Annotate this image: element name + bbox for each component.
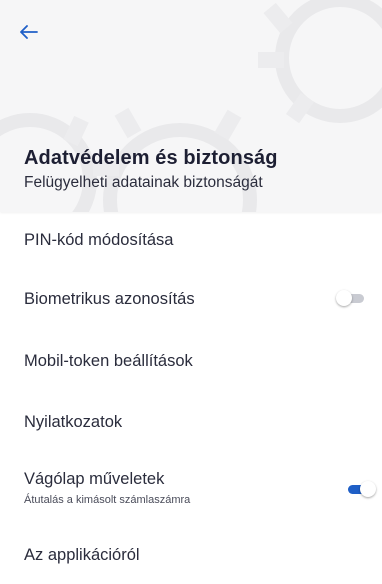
page-header: Adatvédelem és biztonság Felügyelheti ad… [0,0,382,212]
menu-item-label: Nyilatkozatok [24,413,123,431]
back-button[interactable] [20,18,56,46]
clipboard-toggle[interactable] [346,480,378,498]
biometric-toggle[interactable] [336,289,368,307]
menu-item-sublabel: Átutalás a kimásolt számlaszámra [24,494,191,506]
toggle-thumb [360,481,376,497]
toggle-thumb [336,290,352,306]
menu-item-label: Biometrikus azonosítás [24,290,195,308]
page-title: Adatvédelem és biztonság [24,147,278,169]
menu-item-biometric[interactable]: Biometrikus azonosítás [0,272,382,328]
page-subtitle: Felügyelheti adatainak biztonságát [24,174,263,191]
menu-item-clipboard[interactable]: Vágólap műveletek Átutalás a kimásolt sz… [0,460,382,522]
menu-item-label: Mobil-token beállítások [24,352,193,370]
menu-item-label: Vágólap műveletek [24,470,165,488]
menu-item-pin-change[interactable]: PIN-kód módosítása [0,212,382,268]
menu-item-mobile-token[interactable]: Mobil-token beállítások [0,334,382,390]
arrow-left-icon [20,25,38,39]
menu-item-label: Az applikációról [24,546,140,564]
menu-item-label: PIN-kód módosítása [24,231,174,249]
menu-item-declarations[interactable]: Nyilatkozatok [0,395,382,451]
menu-item-about-app[interactable]: Az applikációról [0,528,382,584]
